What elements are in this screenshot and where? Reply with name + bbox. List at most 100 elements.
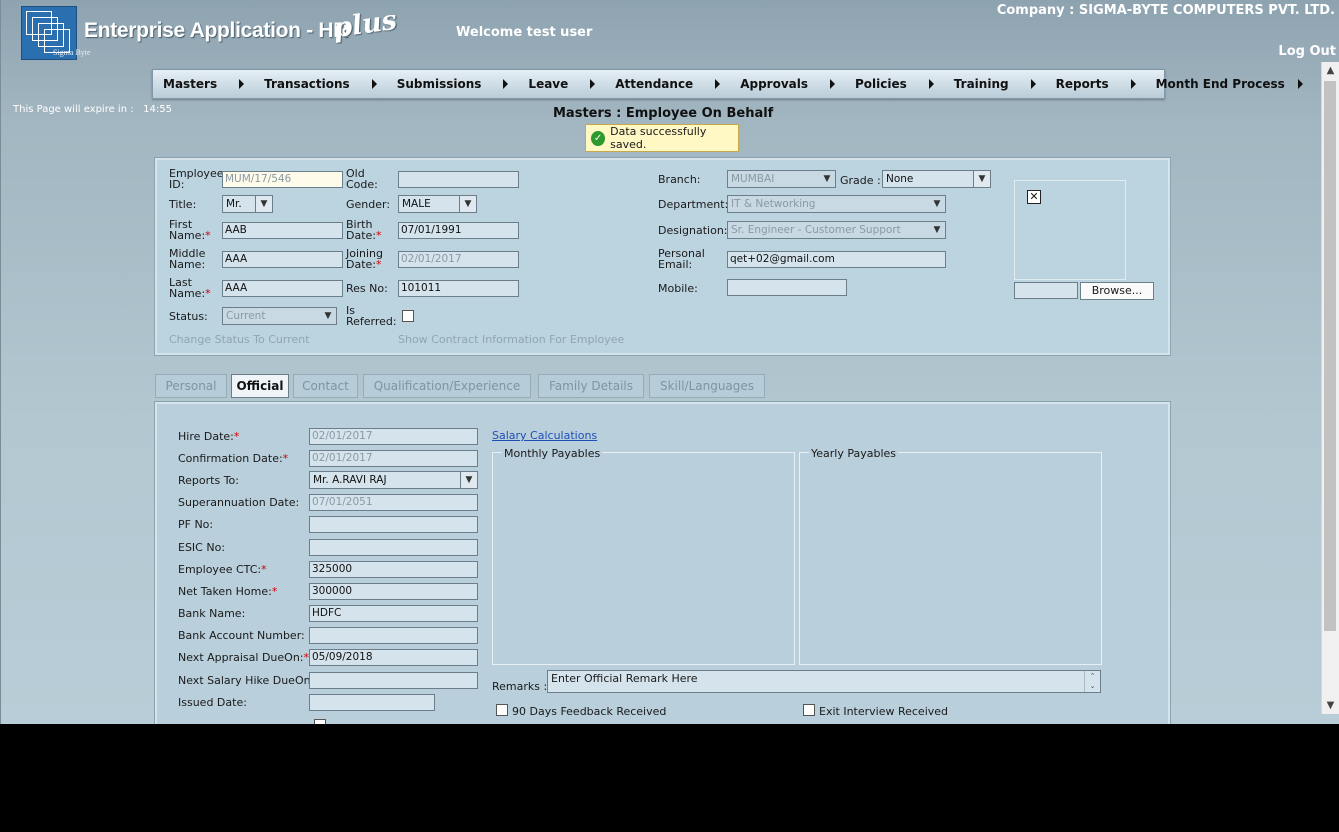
last-name-label: Last Name:* bbox=[169, 276, 211, 300]
submenu-arrow-icon bbox=[928, 79, 934, 89]
hire-date-label: Hire Date:* bbox=[178, 430, 240, 443]
exit-interview-checkbox[interactable] bbox=[803, 704, 815, 716]
reports-to-select[interactable]: Mr. A.RAVI RAJ ▼ bbox=[309, 471, 478, 489]
next-appraisal-field[interactable]: 05/09/2018 bbox=[309, 649, 478, 666]
scroll-up-icon[interactable]: ▲ bbox=[1322, 62, 1339, 79]
browse-button[interactable]: Browse... bbox=[1080, 282, 1154, 300]
chevron-down-icon: ▼ bbox=[973, 171, 990, 187]
page-scrollbar[interactable]: ▲ ▼ bbox=[1321, 62, 1339, 714]
employee-id-field[interactable]: MUM/17/546 bbox=[222, 171, 343, 188]
menu-approvals[interactable]: Approvals bbox=[740, 77, 836, 91]
menu-policies[interactable]: Policies bbox=[855, 77, 934, 91]
confirmation-date-field[interactable]: 02/01/2017 bbox=[309, 450, 478, 467]
birth-date-field[interactable]: 07/01/1991 bbox=[398, 222, 519, 239]
employee-id-label: Employee ID: bbox=[169, 167, 224, 191]
res-no-label: Res No: bbox=[346, 282, 388, 295]
is-referred-checkbox[interactable] bbox=[402, 310, 414, 322]
grade-select[interactable]: None ▼ bbox=[882, 170, 991, 188]
joining-date-label: Joining Date:* bbox=[346, 247, 384, 271]
next-appraisal-label: Next Appraisal DueOn:* bbox=[178, 651, 310, 664]
menu-transactions[interactable]: Transactions bbox=[264, 77, 377, 91]
gender-select[interactable]: MALE ▼ bbox=[398, 195, 477, 213]
logout-link[interactable]: Log Out bbox=[1278, 44, 1336, 59]
joining-date-field[interactable]: 02/01/2017 bbox=[398, 251, 519, 268]
menu-label: Approvals bbox=[740, 77, 809, 91]
status-select[interactable]: Current ▼ bbox=[222, 307, 337, 325]
submenu-arrow-icon bbox=[1130, 79, 1136, 89]
tab-official[interactable]: Official bbox=[231, 374, 289, 398]
menu-leave[interactable]: Leave bbox=[528, 77, 596, 91]
bank-account-number-field[interactable] bbox=[309, 627, 478, 644]
is-referred-label: Is Referred: bbox=[346, 304, 397, 328]
res-no-field[interactable]: 101011 bbox=[398, 280, 519, 297]
contract-info-link[interactable]: Show Contract Information For Employee bbox=[398, 333, 624, 346]
mobile-field[interactable] bbox=[727, 279, 847, 296]
pf-no-field[interactable] bbox=[309, 516, 478, 533]
menu-reports[interactable]: Reports bbox=[1056, 77, 1136, 91]
change-status-link[interactable]: Change Status To Current bbox=[169, 333, 310, 346]
photo-path-field[interactable] bbox=[1014, 282, 1078, 299]
menu-label: Transactions bbox=[264, 77, 350, 91]
esic-no-label: ESIC No: bbox=[178, 541, 226, 554]
success-message-text: Data successfully saved. bbox=[610, 125, 707, 151]
chevron-down-icon: ▼ bbox=[255, 196, 272, 212]
session-expiry-text: This Page will expire in : 14:55 bbox=[13, 104, 172, 115]
partially-visible-checkbox[interactable] bbox=[314, 719, 326, 724]
menu-attendance[interactable]: Attendance bbox=[615, 77, 721, 91]
scroll-down-icon[interactable]: ▼ bbox=[1322, 697, 1339, 714]
submenu-arrow-icon bbox=[590, 79, 596, 89]
tab-qualification-experience[interactable]: Qualification/Experience bbox=[363, 374, 531, 398]
chevron-down-icon: ▼ bbox=[929, 222, 945, 238]
tab-skill-languages[interactable]: Skill/Languages bbox=[649, 374, 765, 398]
issued-date-field[interactable] bbox=[309, 694, 435, 711]
chevron-down-icon: ▼ bbox=[460, 472, 477, 488]
bank-name-label: Bank Name: bbox=[178, 607, 246, 620]
title-select[interactable]: Mr. ▼ bbox=[222, 195, 273, 213]
tab-contact[interactable]: Contact bbox=[293, 374, 358, 398]
old-code-field[interactable] bbox=[398, 171, 519, 188]
textarea-scroll-icon[interactable]: ⌃ ⌄ bbox=[1084, 671, 1100, 692]
branch-select[interactable]: MUMBAI ▼ bbox=[727, 170, 836, 188]
salary-calculations-link[interactable]: Salary Calculations bbox=[492, 429, 597, 442]
yearly-payables-title: Yearly Payables bbox=[809, 447, 899, 460]
menu-label: Reports bbox=[1055, 77, 1109, 91]
menu-training[interactable]: Training bbox=[954, 77, 1036, 91]
net-take-home-field[interactable]: 300000 bbox=[309, 583, 478, 600]
mobile-label: Mobile: bbox=[658, 282, 698, 295]
submenu-arrow-icon bbox=[715, 79, 721, 89]
middle-name-field[interactable]: AAA bbox=[222, 251, 343, 268]
next-salary-hike-field[interactable] bbox=[309, 672, 478, 689]
designation-select[interactable]: Sr. Engineer - Customer Support ▼ bbox=[727, 221, 946, 239]
menu-submissions[interactable]: Submissions bbox=[397, 77, 509, 91]
logo-caption: Sigma Byte bbox=[53, 48, 91, 57]
last-name-field[interactable]: AAA bbox=[222, 280, 343, 297]
app-window: Sigma Byte Enterprise Application - HR p… bbox=[0, 0, 1339, 724]
feedback-received-checkbox[interactable] bbox=[496, 704, 508, 716]
tab-family-details[interactable]: Family Details bbox=[538, 374, 644, 398]
grade-label: Grade : bbox=[840, 174, 881, 187]
first-name-label: First Name:* bbox=[169, 218, 211, 242]
superannuation-date-field[interactable]: 07/01/2051 bbox=[309, 494, 478, 511]
title-label: Title: bbox=[169, 198, 197, 211]
tab-personal[interactable]: Personal bbox=[155, 374, 227, 398]
birth-date-label: Birth Date:* bbox=[346, 218, 382, 242]
menu-label: Submissions bbox=[396, 77, 482, 91]
remarks-textarea[interactable]: Enter Official Remark Here ⌃ ⌄ bbox=[547, 670, 1101, 693]
page-title: Masters : Employee On Behalf bbox=[553, 106, 774, 121]
bank-name-field[interactable]: HDFC bbox=[309, 605, 478, 622]
scrollbar-thumb[interactable] bbox=[1324, 81, 1336, 631]
esic-no-field[interactable] bbox=[309, 539, 478, 556]
superannuation-date-label: Superannuation Date: bbox=[178, 496, 300, 509]
personal-email-field[interactable]: qet+02@gmail.com bbox=[727, 251, 946, 268]
confirmation-date-label: Confirmation Date:* bbox=[178, 452, 289, 465]
menu-month-end-process[interactable]: Month End Process bbox=[1156, 77, 1303, 91]
first-name-field[interactable]: AAB bbox=[222, 222, 343, 239]
department-select[interactable]: IT & Networking ▼ bbox=[727, 195, 946, 213]
hire-date-field[interactable]: 02/01/2017 bbox=[309, 428, 478, 445]
employee-ctc-field[interactable]: 325000 bbox=[309, 561, 478, 578]
submenu-arrow-icon bbox=[1030, 79, 1036, 89]
broken-image-icon: ✕ bbox=[1027, 190, 1041, 204]
submenu-arrow-icon bbox=[239, 79, 245, 89]
monthly-payables-group: Monthly Payables bbox=[492, 447, 795, 665]
menu-masters[interactable]: Masters bbox=[163, 77, 245, 91]
